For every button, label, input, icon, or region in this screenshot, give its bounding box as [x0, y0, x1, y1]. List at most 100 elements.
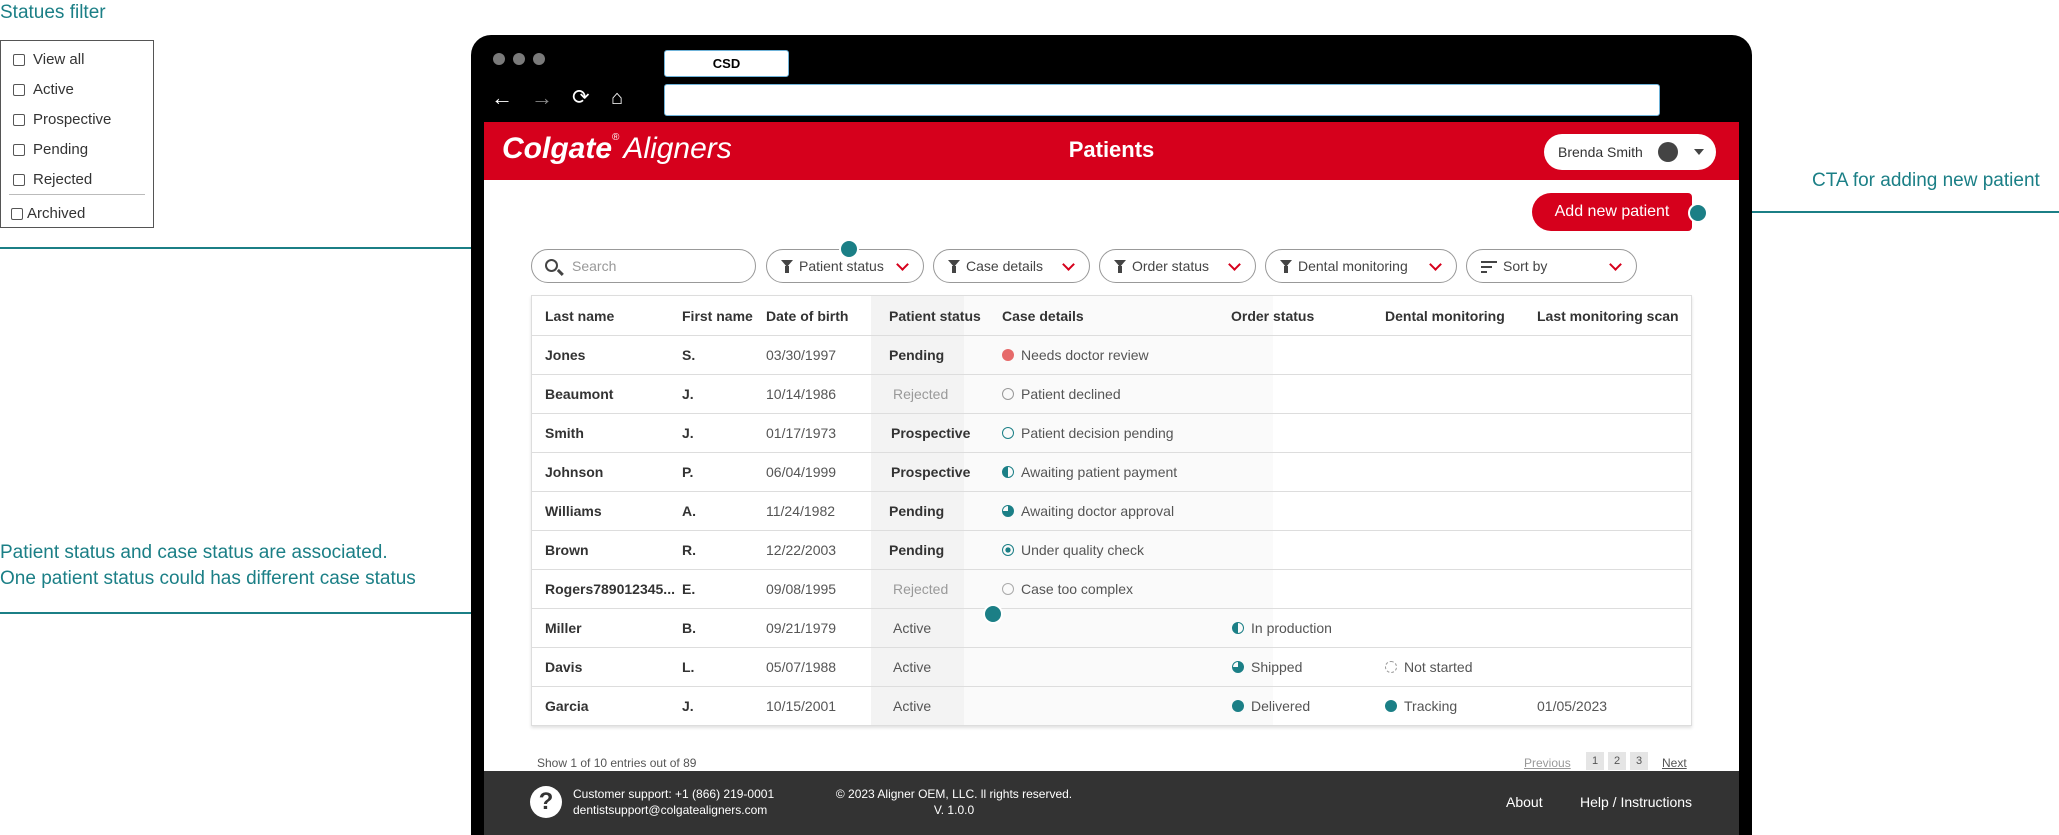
- footer-about-link[interactable]: About: [1506, 794, 1543, 810]
- table-row[interactable]: Smith J. 01/17/1973 Prospective Patient deci…: [532, 413, 1691, 453]
- footer-help-link[interactable]: Help / Instructions: [1580, 794, 1692, 810]
- user-menu[interactable]: Brenda Smith: [1544, 134, 1716, 170]
- cell-last-name[interactable]: Garcia: [545, 698, 589, 714]
- cell-dob: 03/30/1997: [766, 347, 836, 363]
- case-status-icon: [1002, 427, 1014, 439]
- home-icon[interactable]: ⌂: [611, 87, 623, 109]
- column-header-dental-monitoring[interactable]: Dental monitoring: [1385, 308, 1505, 324]
- dental-monitoring-filter[interactable]: Dental monitoring: [1265, 249, 1457, 283]
- search-input[interactable]: Search: [531, 249, 756, 283]
- column-header-case-details[interactable]: Case details: [1002, 308, 1084, 324]
- table-row[interactable]: Brown R. 12/22/2003 Pending Under quality ch…: [532, 530, 1691, 570]
- checkbox-icon[interactable]: [13, 83, 25, 96]
- cell-patient-status: Prospective: [891, 425, 970, 441]
- column-header-first-name[interactable]: First name: [682, 308, 753, 324]
- table-row[interactable]: Jones S. 03/30/1997 Pending Needs doctor rev…: [532, 335, 1691, 375]
- checkbox-icon[interactable]: [11, 207, 23, 220]
- cell-last-name[interactable]: Brown: [545, 542, 589, 558]
- table-row[interactable]: Beaumont J. 10/14/1986 Rejected Patient decl…: [532, 374, 1691, 414]
- cell-last-name-text: Miller: [545, 620, 582, 636]
- pagination-page-2[interactable]: 2: [1608, 752, 1626, 770]
- filter-option-rejected[interactable]: Rejected: [13, 171, 92, 188]
- cell-dob: 09/08/1995: [766, 581, 836, 597]
- filter-option-active[interactable]: Active: [13, 81, 74, 98]
- checkbox-icon[interactable]: [13, 173, 25, 186]
- column-header-last-scan[interactable]: Last monitoring scan: [1537, 308, 1679, 324]
- filter-option-pending[interactable]: Pending: [13, 141, 88, 158]
- filter-option-view-all[interactable]: View all: [13, 51, 84, 68]
- filter-icon: [781, 260, 793, 273]
- cell-case-details-text: Awaiting doctor approval: [1021, 503, 1175, 519]
- cell-last-name[interactable]: Miller: [545, 620, 582, 636]
- cell-last-name[interactable]: Jones: [545, 347, 585, 363]
- table-row[interactable]: Davis L. 05/07/1988 Active Shipped Not starte…: [532, 647, 1691, 687]
- cell-patient-status-text: Active: [893, 620, 932, 636]
- search-icon: [545, 259, 558, 272]
- add-new-patient-button[interactable]: Add new patient: [1532, 193, 1692, 231]
- sort-icon: [1481, 261, 1497, 273]
- cell-last-name[interactable]: Davis: [545, 659, 582, 675]
- pagination-page-3[interactable]: 3: [1630, 752, 1648, 770]
- dental-status-icon: [1385, 661, 1397, 673]
- pagination-next[interactable]: Next: [1662, 756, 1687, 770]
- cell-last-name-text: Rogers789012345...: [545, 581, 675, 597]
- browser-window: CSD ← → ⟳ ⌂ Colgate® Aligners Patients Br…: [471, 35, 1752, 835]
- support-email[interactable]: dentistsupport@colgatealigners.com: [573, 802, 767, 818]
- cell-dob-text: 12/22/2003: [766, 542, 837, 558]
- cell-last-name[interactable]: Smith: [545, 425, 584, 441]
- support-phone: Customer support: +1 (866) 219-0001: [573, 787, 775, 801]
- cell-first-name-text: J.: [682, 386, 694, 402]
- cell-last-name[interactable]: Williams: [545, 503, 602, 519]
- cell-first-name-text: B.: [682, 620, 696, 636]
- table-row[interactable]: Williams A. 11/24/1982 Pending Awaiting doct…: [532, 491, 1691, 531]
- cell-last-name[interactable]: Beaumont: [545, 386, 613, 402]
- checkbox-icon[interactable]: [13, 53, 25, 66]
- cell-first-name: J.: [682, 698, 694, 714]
- column-header-patient-status[interactable]: Patient status: [889, 308, 981, 324]
- pagination-previous[interactable]: Previous: [1524, 756, 1571, 770]
- pagination-page-1[interactable]: 1: [1586, 752, 1604, 770]
- order-status-filter[interactable]: Order status: [1099, 249, 1256, 283]
- sort-by-dropdown[interactable]: Sort by: [1466, 249, 1637, 283]
- filter-option-prospective[interactable]: Prospective: [13, 111, 111, 128]
- cell-patient-status-text: Pending: [889, 347, 945, 363]
- cell-first-name-text: S.: [682, 347, 696, 363]
- cell-order-status-text: Shipped: [1251, 659, 1303, 675]
- cell-dental-monitoring-text: Not started: [1404, 659, 1473, 675]
- filter-icon: [1114, 260, 1126, 273]
- cell-patient-status-text: Pending: [889, 503, 945, 519]
- cell-last-name[interactable]: Rogers789012345...: [545, 581, 675, 597]
- column-header-dob[interactable]: Date of birth: [766, 308, 848, 324]
- reload-icon[interactable]: ⟳: [572, 87, 590, 109]
- cell-dob-text: 06/04/1999: [766, 464, 837, 480]
- url-bar[interactable]: [664, 84, 1660, 116]
- cell-first-name: E.: [682, 581, 695, 597]
- filter-option-archived[interactable]: Archived: [11, 205, 85, 222]
- table-row[interactable]: Rogers789012345... E. 09/08/1995 Rejected Ca…: [532, 569, 1691, 609]
- column-header-last-name[interactable]: Last name: [545, 308, 614, 324]
- patients-table: Last name First name Date of birth Patie…: [531, 295, 1692, 726]
- forward-arrow-icon[interactable]: →: [531, 87, 553, 109]
- table-row[interactable]: Garcia J. 10/15/2001 Active Delivered Trackin…: [532, 686, 1691, 726]
- cell-last-name-text: Garcia: [545, 698, 589, 714]
- cell-dob: 10/14/1986: [766, 386, 836, 402]
- window-minimize-dot[interactable]: [513, 53, 525, 65]
- column-header-order-status[interactable]: Order status: [1231, 308, 1314, 324]
- table-row[interactable]: Johnson P. 06/04/1999 Prospective Awaiting p…: [532, 452, 1691, 492]
- window-maximize-dot[interactable]: [533, 53, 545, 65]
- status-annotation-line2: One patient status could has different c…: [0, 568, 416, 589]
- question-mark-icon[interactable]: ?: [530, 786, 562, 818]
- window-close-dot[interactable]: [493, 53, 505, 65]
- case-details-filter[interactable]: Case details: [933, 249, 1090, 283]
- cell-case-details: Needs doctor review: [1002, 347, 1149, 363]
- back-arrow-icon[interactable]: ←: [491, 87, 513, 109]
- table-row[interactable]: Miller B. 09/21/1979 Active In production: [532, 608, 1691, 648]
- cell-last-name[interactable]: Johnson: [545, 464, 603, 480]
- cell-first-name-text: R.: [682, 542, 696, 558]
- cell-patient-status-text: Prospective: [891, 425, 971, 441]
- cell-case-details-text: Awaiting patient payment: [1021, 464, 1178, 480]
- checkbox-icon[interactable]: [13, 143, 25, 156]
- checkbox-icon[interactable]: [13, 113, 25, 126]
- cell-patient-status: Active: [893, 620, 931, 636]
- browser-tab[interactable]: CSD: [664, 50, 789, 77]
